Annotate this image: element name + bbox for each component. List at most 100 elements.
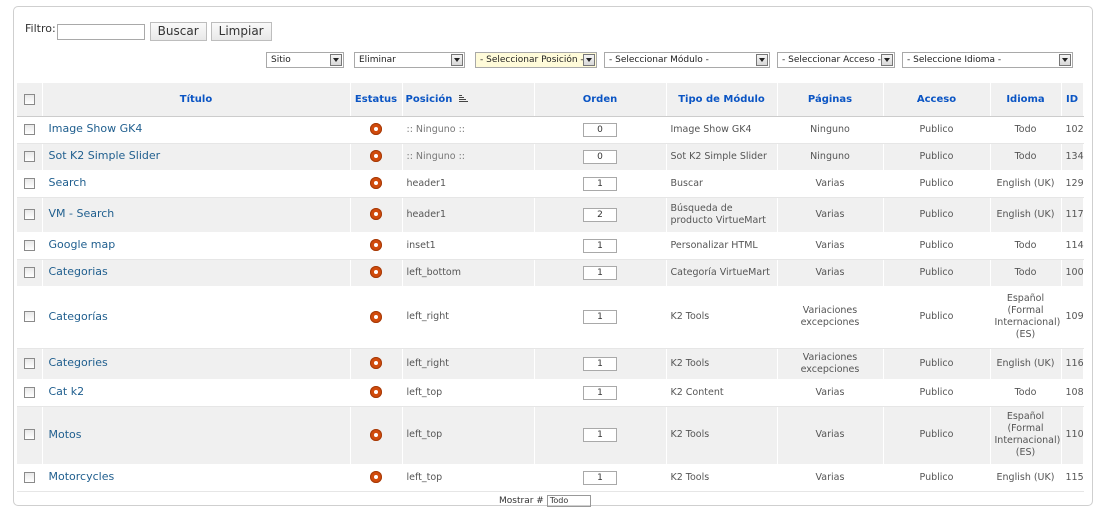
module-title-link[interactable]: Categories [49,356,108,369]
language-cell: Todo [990,379,1062,407]
id-cell: 108 [1061,379,1084,407]
title-cell: Image Show GK4 [42,116,351,144]
order-input[interactable]: 1 [583,310,617,324]
site-select[interactable]: Sitio [266,52,344,68]
row-select-cell [17,348,43,380]
col-order[interactable]: Orden [534,83,667,117]
row-checkbox[interactable] [23,123,35,135]
published-status-icon[interactable] [370,177,382,190]
module-title-link[interactable]: Categorias [49,265,108,278]
col-language[interactable]: Idioma [990,83,1062,117]
row-checkbox[interactable] [23,266,35,278]
table-row: Search header1 1 Buscar Varias Publico English… [17,170,1084,198]
pages-cell: Varias [777,170,884,198]
order-input[interactable]: 1 [583,385,617,400]
status-cell [350,116,403,144]
pages-cell: Varias [777,406,884,465]
module-title-link[interactable]: Search [49,176,87,189]
col-title[interactable]: Título [42,83,351,117]
published-status-icon[interactable] [370,150,382,163]
select-all-cell [17,83,43,117]
clear-button[interactable]: Limpiar [210,22,272,41]
select-all-checkbox[interactable] [23,93,35,105]
order-input[interactable]: 0 [583,122,617,137]
published-status-icon[interactable] [370,357,382,370]
module-title-link[interactable]: Cat k2 [49,385,85,398]
published-status-icon[interactable] [370,239,382,252]
published-status-icon[interactable] [370,386,382,399]
row-checkbox[interactable] [23,239,35,251]
module-type-cell: Image Show GK4 [666,116,778,144]
position-cell: left_right [402,348,535,380]
row-checkbox[interactable] [23,150,35,162]
published-status-icon[interactable] [370,266,382,279]
col-access[interactable]: Acceso [883,83,991,117]
language-cell: Todo [990,116,1062,144]
order-input[interactable]: 1 [583,356,617,371]
module-select[interactable]: - Seleccionar Módulo - [604,52,770,68]
module-title-link[interactable]: Google map [49,238,116,251]
row-checkbox[interactable] [23,208,35,220]
row-checkbox[interactable] [23,311,35,322]
language-cell: English (UK) [990,348,1062,380]
site-select-value: Sitio [271,55,291,65]
language-cell: Todo [990,259,1062,287]
search-button[interactable]: Buscar [149,22,207,41]
position-select[interactable]: - Seleccionar Posición - [475,52,597,68]
row-checkbox[interactable] [23,386,35,398]
row-checkbox[interactable] [23,429,35,440]
access-cell: Publico [883,170,991,198]
order-input[interactable]: 2 [583,207,617,222]
status-cell [350,259,403,287]
module-title-link[interactable]: Sot K2 Simple Slider [49,149,161,162]
table-row: VM - Search header1 2 Búsqueda de producto … [17,197,1084,233]
language-cell: English (UK) [990,464,1062,492]
row-checkbox[interactable] [23,177,35,189]
order-input[interactable]: 1 [583,470,617,485]
col-pages[interactable]: Páginas [777,83,884,117]
language-select[interactable]: - Seleccione Idioma - [902,52,1073,68]
col-position[interactable]: Posición [402,83,535,117]
module-type-cell: K2 Tools [666,348,778,380]
chevron-down-icon [451,54,463,66]
module-title-link[interactable]: Motorcycles [49,470,115,483]
row-checkbox[interactable] [23,357,35,369]
row-select-cell [17,406,43,465]
row-checkbox[interactable] [23,471,35,483]
module-title-link[interactable]: VM - Search [49,207,115,220]
chevron-down-icon [330,54,342,66]
title-cell: VM - Search [42,197,351,233]
module-type-cell: Búsqueda de producto VirtueMart [666,197,778,233]
access-cell: Publico [883,464,991,492]
access-cell: Publico [883,143,991,171]
published-status-icon[interactable] [370,123,382,136]
col-id[interactable]: ID [1061,83,1084,117]
modules-panel: Filtro: Buscar Limpiar Sitio Eliminar - … [13,6,1093,507]
module-title-link[interactable]: Categorías [49,310,108,323]
module-title-link[interactable]: Image Show GK4 [49,122,143,135]
chevron-down-icon [583,54,595,66]
published-status-icon[interactable] [370,208,382,221]
row-select-cell [17,286,43,349]
chevron-down-icon [756,54,768,66]
table-row: Google map inset1 1 Personalizar HTML Varias… [17,232,1084,260]
filter-input[interactable] [56,23,145,40]
order-input[interactable]: 1 [583,428,617,442]
id-cell: 114 [1061,232,1084,260]
order-input[interactable]: 1 [583,238,617,253]
display-label: Mostrar # [499,496,544,506]
access-cell: Publico [883,348,991,380]
order-input[interactable]: 1 [583,176,617,191]
order-input[interactable]: 1 [583,265,617,280]
col-status[interactable]: Estatus [350,83,403,117]
status-cell [350,197,403,233]
col-module-type[interactable]: Tipo de Módulo [666,83,778,117]
order-input[interactable]: 0 [583,149,617,164]
published-status-icon[interactable] [370,310,382,323]
published-status-icon[interactable] [370,471,382,484]
state-select[interactable]: Eliminar [354,52,465,68]
module-title-link[interactable]: Motos [49,428,82,441]
access-cell: Publico [883,286,991,349]
published-status-icon[interactable] [370,428,382,441]
access-select[interactable]: - Seleccionar Acceso - [777,52,895,68]
